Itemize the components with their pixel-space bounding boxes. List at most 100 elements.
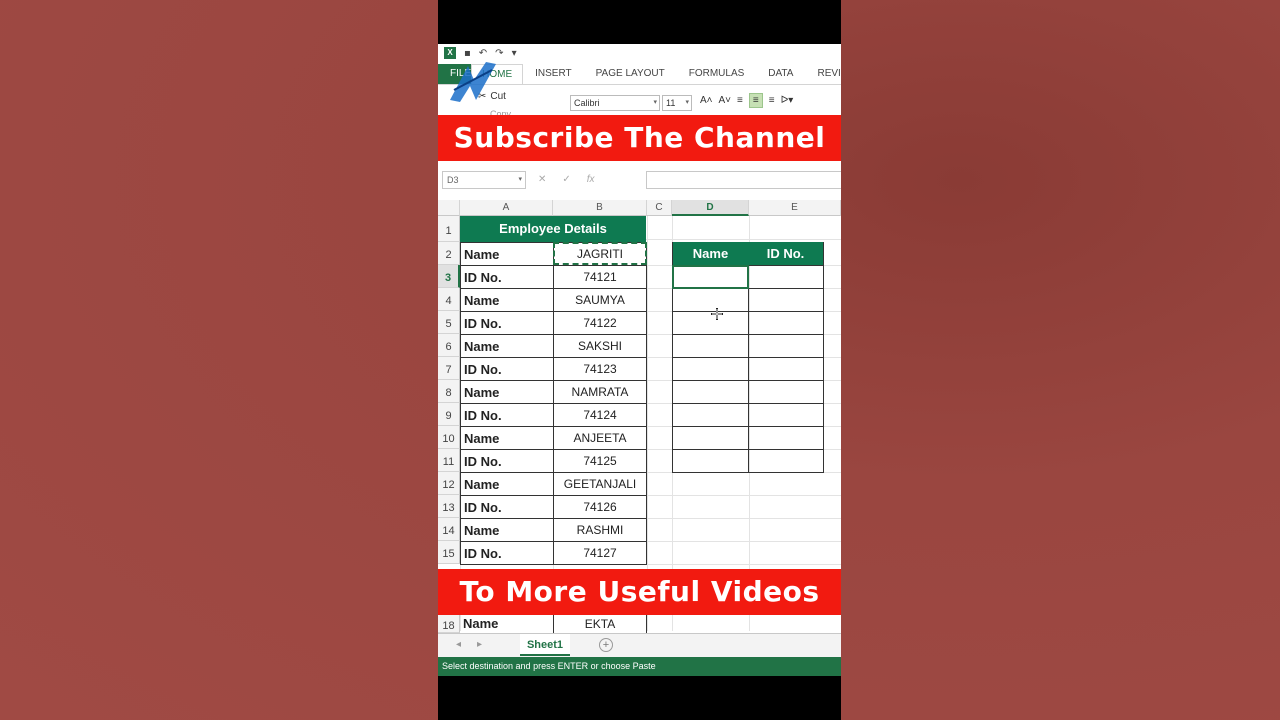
output-cell[interactable] xyxy=(748,380,824,404)
record-value-cell[interactable]: 74121 xyxy=(553,265,647,289)
column-header-c[interactable]: C xyxy=(647,200,672,216)
output-cell[interactable] xyxy=(748,288,824,312)
output-cell[interactable] xyxy=(748,311,824,335)
function-icon[interactable]: fx xyxy=(587,174,595,185)
row-header-11[interactable]: 11 xyxy=(438,449,460,472)
align-top-icon[interactable]: ≡ xyxy=(737,95,743,106)
record-label-cell[interactable]: ID No. xyxy=(460,403,554,427)
row-header-18[interactable]: 18 xyxy=(438,615,460,633)
record-label-cell[interactable]: Name xyxy=(460,426,554,450)
row-header-3[interactable]: 3 xyxy=(438,265,460,288)
output-cell[interactable] xyxy=(748,334,824,358)
record-label-cell[interactable]: Name xyxy=(460,380,554,404)
undo-icon[interactable]: ↶ xyxy=(479,48,487,59)
row-header-14[interactable]: 14 xyxy=(438,518,460,541)
row-header-10[interactable]: 10 xyxy=(438,426,460,449)
record-label-cell[interactable]: Name xyxy=(460,334,554,358)
row-header-8[interactable]: 8 xyxy=(438,380,460,403)
record-label-cell[interactable]: ID No. xyxy=(460,357,554,381)
output-cell[interactable] xyxy=(748,265,824,289)
cancel-icon[interactable]: ✕ xyxy=(538,174,546,185)
record-value-cell[interactable]: 74122 xyxy=(553,311,647,335)
tab-formulas[interactable]: FORMULAS xyxy=(677,64,757,84)
output-cell[interactable] xyxy=(748,357,824,381)
column-header-e[interactable]: E xyxy=(749,200,841,216)
output-header-name[interactable]: Name xyxy=(672,242,749,265)
prev-sheet-icon[interactable]: ◂ xyxy=(456,639,461,650)
record-label-cell[interactable]: ID No. xyxy=(460,495,554,519)
record-label-cell[interactable]: Name xyxy=(460,472,554,496)
row-header-6[interactable]: 6 xyxy=(438,334,460,357)
tab-review[interactable]: REVIEW xyxy=(805,64,841,84)
output-cell[interactable] xyxy=(672,426,749,450)
output-cell[interactable] xyxy=(672,449,749,473)
enter-icon[interactable]: ✓ xyxy=(562,174,570,185)
record-label-cell[interactable]: ID No. xyxy=(460,541,554,565)
row-header-7[interactable]: 7 xyxy=(438,357,460,380)
add-sheet-icon[interactable]: + xyxy=(599,638,613,652)
row-header-13[interactable]: 13 xyxy=(438,495,460,518)
output-cell[interactable] xyxy=(748,403,824,427)
record-value-cell[interactable]: RASHMI xyxy=(553,518,647,542)
record-value-cell[interactable]: SAUMYA xyxy=(553,288,647,312)
orientation-icon[interactable]: ᐅ▾ xyxy=(781,95,794,106)
formula-input[interactable] xyxy=(646,171,841,189)
channel-logo-icon xyxy=(450,62,496,102)
row-header-12[interactable]: 12 xyxy=(438,472,460,495)
column-header-d[interactable]: D xyxy=(672,200,749,216)
output-cell[interactable] xyxy=(672,403,749,427)
column-header-b[interactable]: B xyxy=(553,200,647,216)
row-header-5[interactable]: 5 xyxy=(438,311,460,334)
output-cell[interactable] xyxy=(672,380,749,404)
align-middle-icon[interactable]: ≡ xyxy=(748,93,763,108)
ribbon-buttons: A˄ A˅ ≡ ≡ ≡ ᐅ▾ xyxy=(700,93,793,108)
output-header-id[interactable]: ID No. xyxy=(748,242,824,265)
increase-font-icon[interactable]: A˄ xyxy=(700,95,713,106)
record-label-cell[interactable]: Name xyxy=(460,518,554,542)
output-cell[interactable] xyxy=(672,357,749,381)
output-cell[interactable] xyxy=(748,449,824,473)
record-value-cell[interactable]: 74123 xyxy=(553,357,647,381)
font-name-select[interactable]: Calibri ▾ xyxy=(570,95,660,111)
name-box[interactable]: D3 ▾ xyxy=(442,171,526,189)
record-value-cell[interactable]: ANJEETA xyxy=(553,426,647,450)
output-cell[interactable] xyxy=(748,426,824,450)
select-all-corner[interactable] xyxy=(438,200,460,216)
row-header-1[interactable]: 1 xyxy=(438,216,460,242)
record-label-cell[interactable]: ID No. xyxy=(460,265,554,289)
row-header-9[interactable]: 9 xyxy=(438,403,460,426)
record-label-cell[interactable]: Name xyxy=(460,242,554,266)
row-header-4[interactable]: 4 xyxy=(438,288,460,311)
record-label-cell[interactable]: Name xyxy=(463,615,498,633)
row-header-15[interactable]: 15 xyxy=(438,541,460,564)
align-bottom-icon[interactable]: ≡ xyxy=(769,95,775,106)
record-value-cell[interactable]: 74127 xyxy=(553,541,647,565)
tab-page-layout[interactable]: PAGE LAYOUT xyxy=(584,64,677,84)
tab-insert[interactable]: INSERT xyxy=(523,64,584,84)
excel-logo-icon: X xyxy=(444,47,456,59)
active-cell-d3[interactable] xyxy=(672,265,749,289)
output-cell[interactable] xyxy=(672,334,749,358)
record-value-cell[interactable]: SAKSHI xyxy=(553,334,647,358)
employee-details-title[interactable]: Employee Details xyxy=(460,216,646,242)
save-icon[interactable]: ▪ xyxy=(464,48,471,59)
column-header-a[interactable]: A xyxy=(460,200,553,216)
customize-qat-icon[interactable]: ▾ xyxy=(512,48,517,59)
tab-data[interactable]: DATA xyxy=(756,64,805,84)
decrease-font-icon[interactable]: A˅ xyxy=(719,95,732,106)
record-value-cell[interactable]: 74125 xyxy=(553,449,647,473)
record-label-cell[interactable]: ID No. xyxy=(460,311,554,335)
record-value-cell[interactable]: NAMRATA xyxy=(553,380,647,404)
record-label-cell[interactable]: ID No. xyxy=(460,449,554,473)
record-label-cell[interactable]: Name xyxy=(460,288,554,312)
chevron-down-icon: ▾ xyxy=(653,99,657,106)
redo-icon[interactable]: ↷ xyxy=(495,48,503,59)
next-sheet-icon[interactable]: ▸ xyxy=(477,639,482,650)
sheet-tab[interactable]: Sheet1 xyxy=(520,634,570,656)
record-value-cell[interactable]: EKTA xyxy=(553,615,647,633)
font-size-select[interactable]: 11 ▾ xyxy=(662,95,692,111)
record-value-cell[interactable]: 74126 xyxy=(553,495,647,519)
record-value-cell[interactable]: 74124 xyxy=(553,403,647,427)
row-header-2[interactable]: 2 xyxy=(438,242,460,265)
record-value-cell[interactable]: GEETANJALI xyxy=(553,472,647,496)
